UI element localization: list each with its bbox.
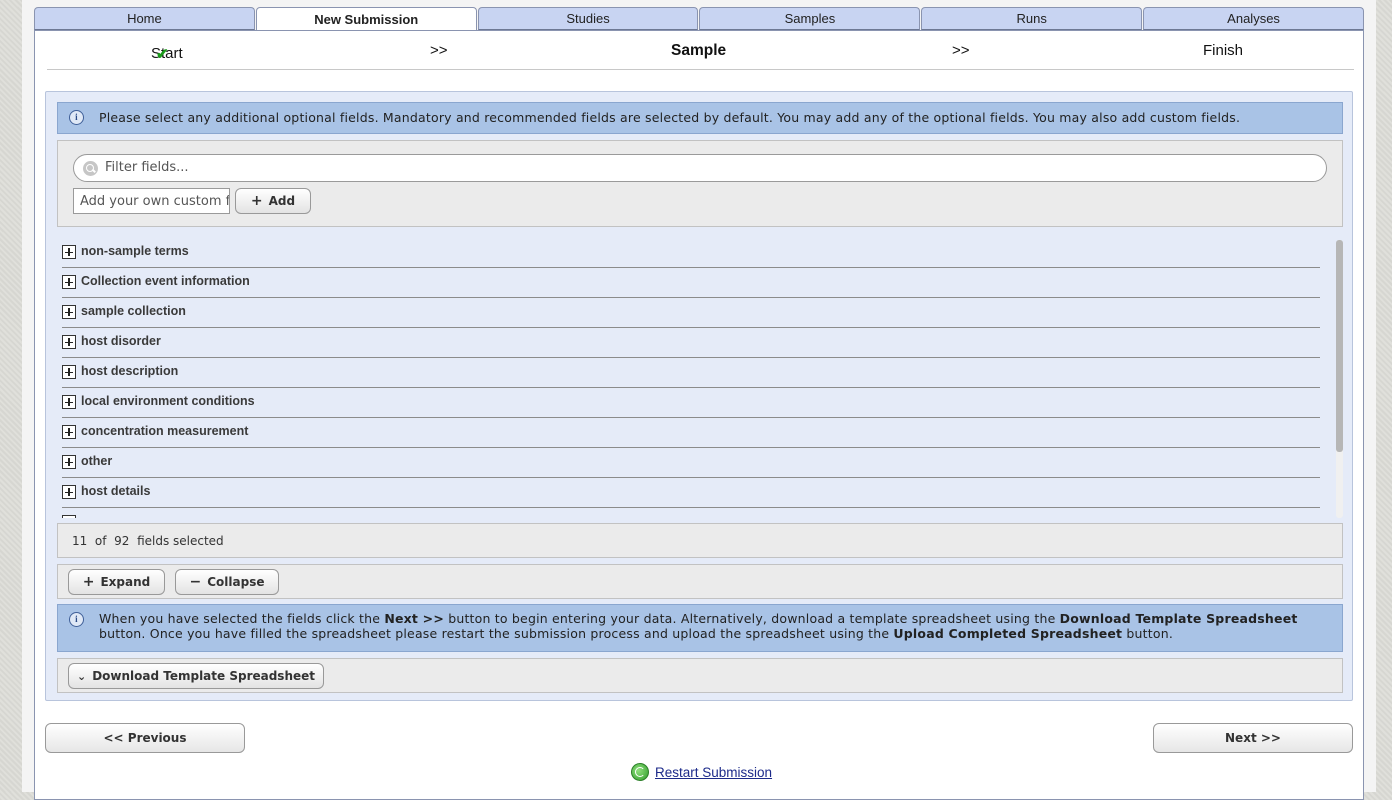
group-item[interactable]: host details bbox=[62, 478, 1320, 508]
main-tabs: Home New Submission Studies Samples Runs… bbox=[34, 7, 1364, 31]
total-count: 92 bbox=[114, 534, 130, 548]
group-item[interactable]: non-sample terms bbox=[62, 238, 1320, 268]
scrollbar-thumb[interactable] bbox=[1336, 240, 1343, 452]
filter-box: Filter fields... Add your own custom fi … bbox=[57, 140, 1343, 227]
info-banner-bottom: i When you have selected the fields clic… bbox=[57, 604, 1343, 652]
field-group-list: non-sample terms Collection event inform… bbox=[57, 238, 1345, 518]
expand-plus-icon[interactable] bbox=[62, 395, 76, 409]
tab-samples[interactable]: Samples bbox=[699, 7, 921, 30]
expand-plus-icon[interactable] bbox=[62, 335, 76, 349]
group-item[interactable]: host description bbox=[62, 358, 1320, 388]
tab-home[interactable]: Home bbox=[34, 7, 255, 30]
info-text-bold: Upload Completed Spreadsheet bbox=[893, 626, 1123, 641]
collapse-label: Collapse bbox=[207, 575, 265, 589]
download-template-button[interactable]: ⌄ Download Template Spreadsheet bbox=[68, 663, 324, 689]
filter-input[interactable]: Filter fields... bbox=[73, 154, 1327, 182]
group-label: host description bbox=[81, 364, 179, 378]
plus-icon: + bbox=[250, 193, 263, 209]
group-label: host disorder bbox=[81, 334, 161, 348]
download-box: ⌄ Download Template Spreadsheet bbox=[57, 658, 1343, 693]
step-separator: >> bbox=[952, 42, 970, 59]
field-selection-panel: i Please select any additional optional … bbox=[45, 91, 1353, 701]
group-item[interactable]: sample collection bbox=[62, 298, 1320, 328]
info-text-bold: Next >> bbox=[384, 611, 445, 626]
selection-count-box: 11 of 92 fields selected bbox=[57, 523, 1343, 558]
step-finish: Finish bbox=[1203, 42, 1244, 59]
collapse-button[interactable]: − Collapse bbox=[175, 569, 279, 595]
expand-plus-icon[interactable] bbox=[62, 455, 76, 469]
expand-plus-icon[interactable] bbox=[62, 365, 76, 379]
selected-count: 11 bbox=[72, 534, 88, 548]
group-item[interactable]: concentration measurement bbox=[62, 418, 1320, 448]
group-list-scrollbar[interactable] bbox=[1336, 240, 1343, 518]
plus-icon: + bbox=[82, 574, 95, 590]
group-label: other bbox=[81, 454, 113, 468]
minus-icon: − bbox=[189, 574, 202, 590]
group-label: Collection event information bbox=[81, 274, 250, 288]
group-item[interactable]: Collection event information bbox=[62, 268, 1320, 298]
count-of: of bbox=[94, 534, 107, 548]
info-bottom-text: When you have selected the fields click … bbox=[99, 611, 1334, 641]
expand-plus-icon[interactable] bbox=[62, 485, 76, 499]
search-icon bbox=[83, 161, 98, 176]
expand-collapse-box: + Expand − Collapse bbox=[57, 564, 1343, 599]
restart-submission-link[interactable]: Restart Submission bbox=[631, 761, 772, 783]
restart-label: Restart Submission bbox=[655, 764, 773, 780]
info-icon: i bbox=[69, 110, 84, 125]
add-custom-field-button[interactable]: + Add bbox=[235, 188, 311, 214]
step-progress: Start ✔ >> Sample >> Finish bbox=[47, 39, 1354, 70]
expand-button[interactable]: + Expand bbox=[68, 569, 165, 595]
expand-plus-icon[interactable] bbox=[62, 245, 76, 259]
group-label: sample collection bbox=[81, 304, 186, 318]
check-icon: ✔ bbox=[156, 46, 169, 63]
info-text-part: button. bbox=[1122, 626, 1174, 641]
expand-plus-icon[interactable] bbox=[62, 305, 76, 319]
tab-new-submission[interactable]: New Submission bbox=[255, 7, 477, 31]
info-text-part: button to begin entering your data. Alte… bbox=[444, 611, 1060, 626]
custom-field-input[interactable]: Add your own custom fi bbox=[73, 188, 230, 214]
group-item[interactable]: host disorder bbox=[62, 328, 1320, 358]
info-text-bold: Download Template Spreadsheet bbox=[1059, 611, 1298, 626]
tab-analyses[interactable]: Analyses bbox=[1143, 7, 1364, 30]
tab-runs[interactable]: Runs bbox=[921, 7, 1143, 30]
chevron-down-icon: ⌄ bbox=[76, 669, 87, 683]
submission-content: Start ✔ >> Sample >> Finish i Please sele… bbox=[34, 30, 1364, 800]
group-label: concentration measurement bbox=[81, 424, 249, 438]
add-button-label: Add bbox=[268, 194, 296, 208]
group-label: non-sample terms bbox=[81, 244, 189, 258]
expand-plus-icon[interactable] bbox=[62, 425, 76, 439]
info-text-part: button. Once you have filled the spreads… bbox=[99, 626, 894, 641]
step-separator: >> bbox=[430, 42, 448, 59]
download-label: Download Template Spreadsheet bbox=[92, 669, 316, 683]
expand-plus-icon[interactable] bbox=[62, 515, 76, 518]
info-top-text: Please select any additional optional fi… bbox=[99, 110, 1241, 125]
next-button[interactable]: Next >> bbox=[1153, 723, 1353, 753]
info-text-part: When you have selected the fields click … bbox=[99, 611, 385, 626]
filter-placeholder: Filter fields... bbox=[105, 160, 189, 175]
refresh-icon bbox=[631, 763, 649, 781]
group-item-partial[interactable] bbox=[62, 508, 1320, 518]
group-item[interactable]: other bbox=[62, 448, 1320, 478]
previous-button[interactable]: << Previous bbox=[45, 723, 245, 753]
group-item[interactable]: local environment conditions bbox=[62, 388, 1320, 418]
info-banner-top: i Please select any additional optional … bbox=[57, 102, 1343, 134]
fields-selected-count: 11 of 92 fields selected bbox=[72, 534, 224, 548]
expand-label: Expand bbox=[100, 575, 151, 589]
group-label: local environment conditions bbox=[81, 394, 255, 408]
tab-studies[interactable]: Studies bbox=[477, 7, 699, 30]
step-current: Sample bbox=[671, 42, 727, 59]
group-label: host details bbox=[81, 484, 151, 498]
expand-plus-icon[interactable] bbox=[62, 275, 76, 289]
info-icon: i bbox=[69, 612, 84, 627]
count-suffix: fields selected bbox=[137, 534, 224, 548]
